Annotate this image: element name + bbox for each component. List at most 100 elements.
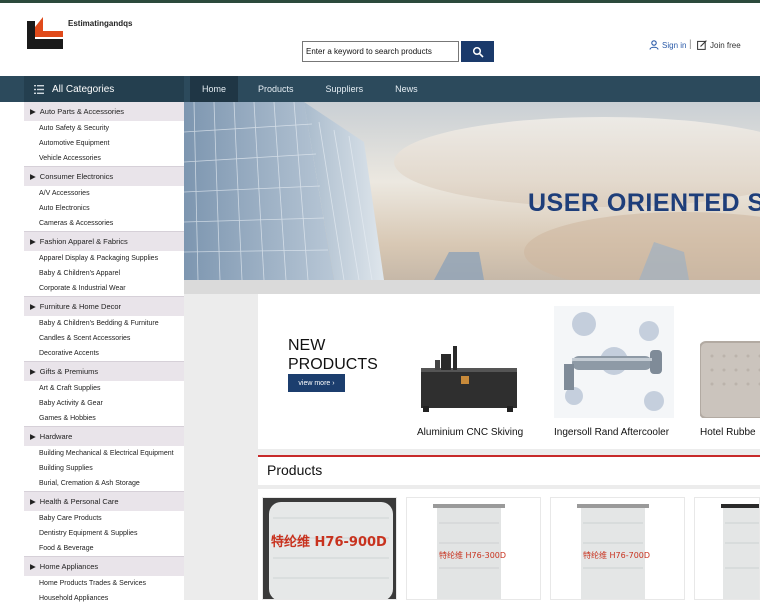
product-card[interactable]: 特纶维 H76-700D <box>550 497 685 600</box>
subcategory-link[interactable]: A/V Accessories <box>24 186 184 201</box>
new-products-title: NEW PRODUCTS <box>288 336 378 374</box>
subcategory-link[interactable]: Vehicle Accessories <box>24 151 184 166</box>
nav-products[interactable]: Products <box>246 76 306 102</box>
product-image: 特纶维 H76-300D <box>407 498 541 600</box>
subcategory-link[interactable]: Art & Craft Supplies <box>24 381 184 396</box>
new-products-title-line2: PRODUCTS <box>288 355 378 374</box>
new-product-card[interactable]: Aluminium CNC Skiving <box>417 306 547 451</box>
category-consumer-electronics[interactable]: ▶Consumer Electronics <box>24 167 184 186</box>
subcategory-link[interactable]: Household Appliances <box>24 591 184 606</box>
new-products-title-line1: NEW <box>288 336 378 355</box>
category-group: ▶ Home Appliances Home Products Trades & … <box>24 557 184 606</box>
category-group: ▶ Hardware Building Mechanical & Electric… <box>24 427 184 492</box>
view-more-button[interactable]: view more › <box>288 374 345 392</box>
chevron-right-icon: › <box>332 380 334 387</box>
search-input[interactable] <box>302 41 459 62</box>
caret-right-icon: ▶ <box>30 432 36 441</box>
category-label: Gifts & Premiums <box>40 367 98 376</box>
search-icon <box>472 46 484 58</box>
category-group: ▶ Auto Parts & Accessories Auto Safety & … <box>24 102 184 167</box>
subcategory-link[interactable]: Baby & Children's Bedding & Furniture <box>24 316 184 331</box>
category-group: ▶Health & Personal Care Baby Care Produc… <box>24 492 184 557</box>
category-label: Consumer Electronics <box>40 172 113 181</box>
nav-news[interactable]: News <box>383 76 430 102</box>
new-product-card[interactable]: Ingersoll Rand Aftercooler <box>554 306 684 451</box>
subcategory-link[interactable]: Home Products Trades & Services <box>24 576 184 591</box>
new-product-card[interactable]: Hotel Rubbe <box>700 306 760 451</box>
subcategory-link[interactable]: Corporate & Industrial Wear <box>24 281 184 296</box>
subcategory-link[interactable]: Food & Beverage <box>24 541 184 556</box>
brand-logo[interactable] <box>25 15 65 51</box>
new-product-name: Ingersoll Rand Aftercooler <box>554 427 684 438</box>
category-label: Fashion Apparel & Fabrics <box>40 237 128 246</box>
subcategory-link[interactable]: Baby Activity & Gear <box>24 396 184 411</box>
subcategory-link[interactable]: Candles & Scent Accessories <box>24 331 184 346</box>
category-fashion-apparel[interactable]: ▶Fashion Apparel & Fabrics <box>24 232 184 251</box>
subcategory-link[interactable]: Auto Electronics <box>24 201 184 216</box>
join-free-label: Join free <box>710 41 741 50</box>
sign-in-label: Sign in <box>662 41 686 50</box>
category-hardware[interactable]: ▶ Hardware <box>24 427 184 446</box>
category-label: Home Appliances <box>40 562 98 571</box>
banner-headline: USER ORIENTED S <box>528 189 760 218</box>
new-product-name: Aluminium CNC Skiving <box>417 427 547 438</box>
category-sidebar: ▶ Auto Parts & Accessories Auto Safety & … <box>24 102 184 600</box>
category-label: Auto Parts & Accessories <box>40 107 124 116</box>
new-products-section: NEW PRODUCTS view more › Aluminium CNC S… <box>258 294 760 449</box>
product-card[interactable]: 特纶维 H76-300D <box>406 497 541 600</box>
products-title: Products <box>267 462 322 478</box>
brand-name: Estimatingandqs <box>68 19 132 28</box>
product-image <box>700 306 760 418</box>
subcategory-link[interactable]: Automotive Equipment <box>24 136 184 151</box>
product-card[interactable]: 特纶维 H76-900D <box>262 497 397 600</box>
nav-home[interactable]: Home <box>190 76 238 102</box>
category-auto-parts[interactable]: ▶ Auto Parts & Accessories <box>24 102 184 121</box>
subcategory-link[interactable]: Building Mechanical & Electrical Equipme… <box>24 446 184 461</box>
menu-icon <box>34 85 44 94</box>
all-categories-label: All Categories <box>52 84 114 95</box>
all-categories-toggle[interactable]: All Categories <box>24 76 184 102</box>
search-button[interactable] <box>461 41 494 62</box>
new-product-name: Hotel Rubbe <box>700 427 760 438</box>
category-group: ▶Consumer Electronics A/V Accessories Au… <box>24 167 184 232</box>
caret-right-icon: ▶ <box>30 497 36 506</box>
product-image-label: 特纶维 H76-300D <box>439 550 506 560</box>
subcategory-link[interactable]: Decorative Accents <box>24 346 184 361</box>
nav-suppliers[interactable]: Suppliers <box>314 76 376 102</box>
caret-right-icon: ▶ <box>30 562 36 571</box>
subcategory-link[interactable]: Burial, Cremation & Ash Storage <box>24 476 184 491</box>
product-image <box>554 306 674 418</box>
category-group: ▶Gifts & Premiums Art & Craft Supplies B… <box>24 362 184 427</box>
caret-right-icon: ▶ <box>30 302 36 311</box>
category-group: ▶Fashion Apparel & Fabrics Apparel Displ… <box>24 232 184 297</box>
subcategory-link[interactable]: Building Supplies <box>24 461 184 476</box>
banner-underline-strip <box>184 280 760 294</box>
category-label: Hardware <box>40 432 73 441</box>
category-group: ▶Furniture & Home Decor Baby & Children'… <box>24 297 184 362</box>
hero-banner[interactable]: USER ORIENTED S <box>184 102 760 280</box>
site-header: Estimatingandqs Sign in | Join free <box>0 3 760 76</box>
subcategory-link[interactable]: Games & Hobbies <box>24 411 184 426</box>
product-image: 特纶维 H76-700D <box>551 498 685 600</box>
product-image: 特纶维 H76-900D <box>263 498 397 600</box>
subcategory-link[interactable]: Baby Care Products <box>24 511 184 526</box>
user-icon <box>649 40 659 50</box>
join-free-link[interactable]: Join free <box>697 40 741 50</box>
subcategory-link[interactable]: Apparel Display & Packaging Supplies <box>24 251 184 266</box>
caret-right-icon: ▶ <box>30 107 36 116</box>
account-divider: | <box>689 39 692 50</box>
category-furniture[interactable]: ▶Furniture & Home Decor <box>24 297 184 316</box>
view-more-label: view more <box>298 380 330 387</box>
subcategory-link[interactable]: Cameras & Accessories <box>24 216 184 231</box>
subcategory-link[interactable]: Auto Safety & Security <box>24 121 184 136</box>
edit-icon <box>697 40 707 50</box>
sign-in-link[interactable]: Sign in <box>649 40 686 50</box>
product-card[interactable] <box>694 497 760 600</box>
category-home-appliances[interactable]: ▶ Home Appliances <box>24 557 184 576</box>
product-image-label: 特纶维 H76-700D <box>583 550 650 560</box>
category-gifts[interactable]: ▶Gifts & Premiums <box>24 362 184 381</box>
subcategory-link[interactable]: Baby & Children's Apparel <box>24 266 184 281</box>
product-image <box>695 498 760 600</box>
subcategory-link[interactable]: Dentistry Equipment & Supplies <box>24 526 184 541</box>
category-health[interactable]: ▶Health & Personal Care <box>24 492 184 511</box>
